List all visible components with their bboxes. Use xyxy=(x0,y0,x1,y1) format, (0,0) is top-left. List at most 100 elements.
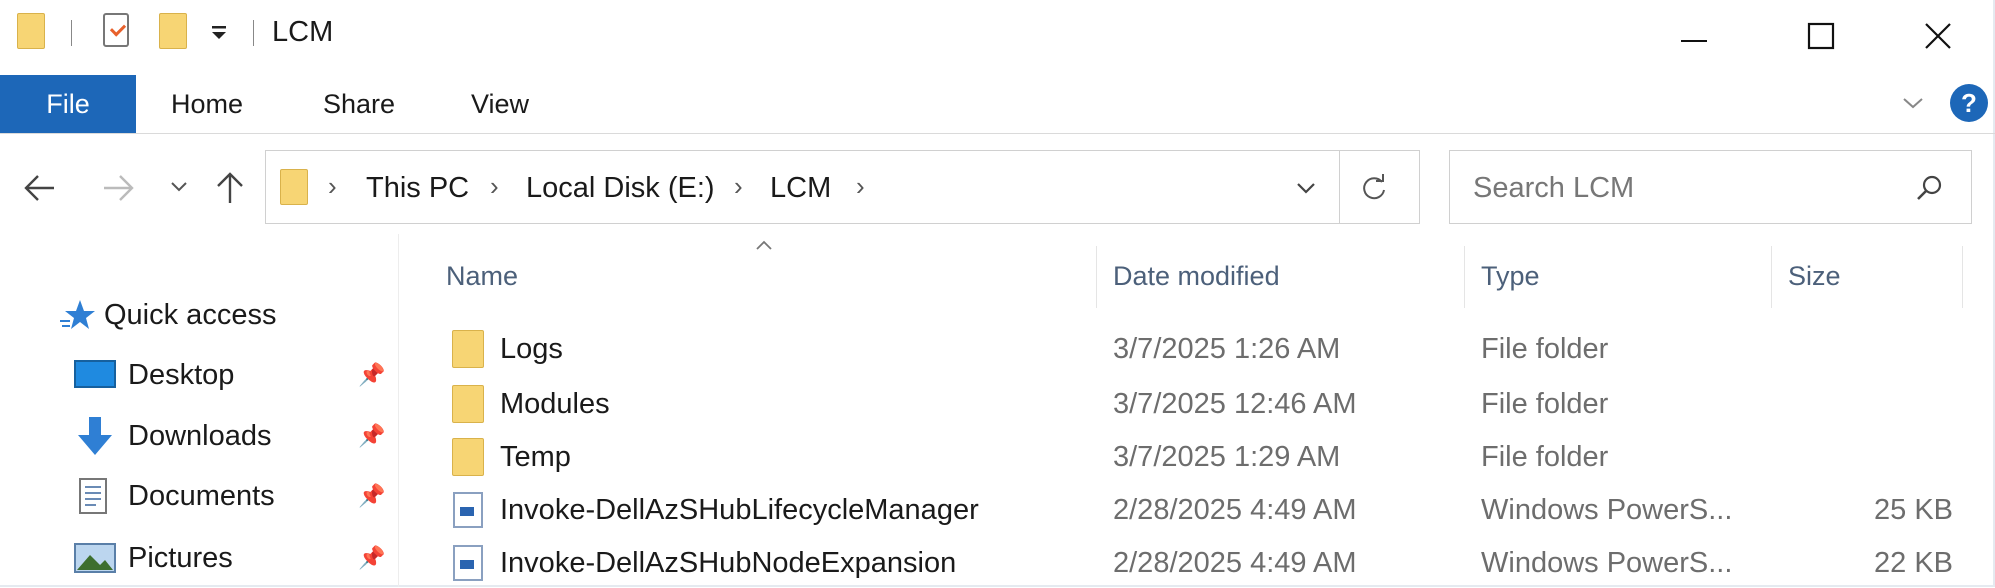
arrow-up-icon xyxy=(217,172,243,203)
expand-ribbon-button[interactable] xyxy=(1900,90,1926,116)
address-segment-local-disk[interactable]: Local Disk (E:) xyxy=(526,151,715,225)
column-header-type[interactable]: Type xyxy=(1481,248,1540,304)
toolbar-separator xyxy=(71,20,72,46)
nav-pane-divider xyxy=(398,234,399,587)
sidebar-item-label: Downloads xyxy=(128,419,272,452)
pin-icon[interactable]: 📌 xyxy=(358,545,385,571)
pin-icon[interactable]: 📌 xyxy=(358,483,385,509)
close-icon xyxy=(1925,23,1951,49)
sort-ascending-icon xyxy=(754,238,774,252)
desktop-icon xyxy=(74,360,116,388)
sidebar-item-pictures[interactable]: Pictures xyxy=(74,535,233,581)
nav-quick-access-label: Quick access xyxy=(104,298,277,331)
minimize-icon xyxy=(1681,40,1707,42)
file-name: Modules xyxy=(500,387,610,420)
file-size: 25 KB xyxy=(1874,493,1953,526)
address-history-button[interactable] xyxy=(1291,173,1321,203)
search-button[interactable] xyxy=(1914,172,1946,204)
maximize-button[interactable] xyxy=(1799,14,1843,58)
column-header-date-modified[interactable]: Date modified xyxy=(1113,248,1280,304)
star-icon xyxy=(60,300,95,329)
chevron-down-icon xyxy=(171,182,187,192)
list-item[interactable]: Temp 3/7/2025 1:29 AM File folder xyxy=(440,432,1970,482)
column-divider[interactable] xyxy=(1962,246,1963,308)
help-button[interactable]: ? xyxy=(1950,84,1988,122)
file-size: 22 KB xyxy=(1874,546,1953,579)
file-name: Logs xyxy=(500,332,563,365)
forward-button[interactable] xyxy=(98,168,138,208)
column-divider[interactable] xyxy=(1096,246,1097,308)
column-header-name[interactable]: Name xyxy=(446,248,518,304)
file-type: File folder xyxy=(1481,332,1609,365)
properties-icon[interactable] xyxy=(103,13,129,47)
documents-icon xyxy=(79,478,107,514)
folder-icon xyxy=(17,13,45,49)
address-chevron-icon[interactable]: › xyxy=(856,171,865,202)
pin-icon[interactable]: 📌 xyxy=(358,423,385,449)
file-type: File folder xyxy=(1481,387,1609,420)
file-date: 3/7/2025 1:29 AM xyxy=(1113,440,1341,473)
folder-icon xyxy=(452,330,484,368)
maximize-icon xyxy=(1807,22,1835,50)
list-item[interactable]: Modules 3/7/2025 12:46 AM File folder xyxy=(440,379,1970,429)
file-name: Temp xyxy=(500,440,571,473)
address-chevron-icon[interactable]: › xyxy=(490,171,499,202)
sidebar-item-label: Documents xyxy=(128,479,275,512)
folder-icon xyxy=(452,438,484,476)
sidebar-item-documents[interactable]: Documents xyxy=(78,473,275,519)
file-type: File folder xyxy=(1481,440,1609,473)
file-date: 3/7/2025 12:46 AM xyxy=(1113,387,1357,420)
tab-view[interactable]: View xyxy=(471,75,529,133)
file-type: Windows PowerS... xyxy=(1481,493,1733,526)
search-box[interactable]: Search LCM xyxy=(1449,150,1972,224)
address-segment-lcm[interactable]: LCM xyxy=(770,151,831,225)
close-button[interactable] xyxy=(1916,14,1960,58)
column-divider[interactable] xyxy=(1771,246,1772,308)
pictures-icon xyxy=(74,543,116,573)
sidebar-item-downloads[interactable]: Downloads xyxy=(74,413,271,459)
file-name: Invoke-DellAzSHubNodeExpansion xyxy=(500,546,957,579)
list-item[interactable]: Invoke-DellAzSHubNodeExpansion 2/28/2025… xyxy=(440,538,1970,587)
tab-share[interactable]: Share xyxy=(323,75,395,133)
column-divider[interactable] xyxy=(1464,246,1465,308)
nav-quick-access[interactable]: Quick access xyxy=(58,292,276,338)
sidebar-item-label: Desktop xyxy=(128,358,235,391)
arrow-right-icon xyxy=(104,175,134,201)
address-chevron-icon[interactable]: › xyxy=(328,171,337,202)
list-item[interactable]: Logs 3/7/2025 1:26 AM File folder xyxy=(440,324,1970,374)
pin-icon[interactable]: 📌 xyxy=(358,362,385,388)
folder-icon xyxy=(452,385,484,423)
tab-file[interactable]: File xyxy=(0,75,136,133)
folder-icon xyxy=(280,169,308,205)
chevron-down-icon xyxy=(1297,183,1315,194)
powershell-script-icon xyxy=(453,545,483,581)
file-type: Windows PowerS... xyxy=(1481,546,1733,579)
back-button[interactable] xyxy=(20,168,60,208)
tab-home[interactable]: Home xyxy=(171,75,243,133)
new-folder-icon[interactable] xyxy=(159,13,187,49)
powershell-script-icon xyxy=(453,492,483,528)
refresh-button[interactable] xyxy=(1358,171,1392,205)
address-divider xyxy=(1339,151,1340,223)
arrow-left-icon xyxy=(24,175,54,201)
file-date: 3/7/2025 1:26 AM xyxy=(1113,332,1341,365)
toolbar-separator xyxy=(253,20,254,46)
minimize-button[interactable] xyxy=(1672,14,1716,58)
file-name: Invoke-DellAzSHubLifecycleManager xyxy=(500,493,979,526)
customize-quick-access-icon[interactable] xyxy=(209,20,229,44)
file-date: 2/28/2025 4:49 AM xyxy=(1113,546,1357,579)
ribbon-divider xyxy=(0,133,1995,134)
list-item[interactable]: Invoke-DellAzSHubLifecycleManager 2/28/2… xyxy=(440,485,1970,535)
file-date: 2/28/2025 4:49 AM xyxy=(1113,493,1357,526)
window-title: LCM xyxy=(272,16,334,48)
sidebar-item-desktop[interactable]: Desktop xyxy=(74,352,234,398)
chevron-down-icon xyxy=(1903,98,1923,109)
search-input[interactable]: Search LCM xyxy=(1473,151,1634,225)
address-segment-this-pc[interactable]: This PC xyxy=(366,151,469,225)
address-chevron-icon[interactable]: › xyxy=(734,171,743,202)
column-header-size[interactable]: Size xyxy=(1788,248,1841,304)
up-button[interactable] xyxy=(210,168,250,208)
recent-locations-button[interactable] xyxy=(166,174,192,200)
search-icon xyxy=(1917,175,1942,200)
address-bar[interactable]: › This PC › Local Disk (E:) › LCM › xyxy=(265,150,1420,224)
